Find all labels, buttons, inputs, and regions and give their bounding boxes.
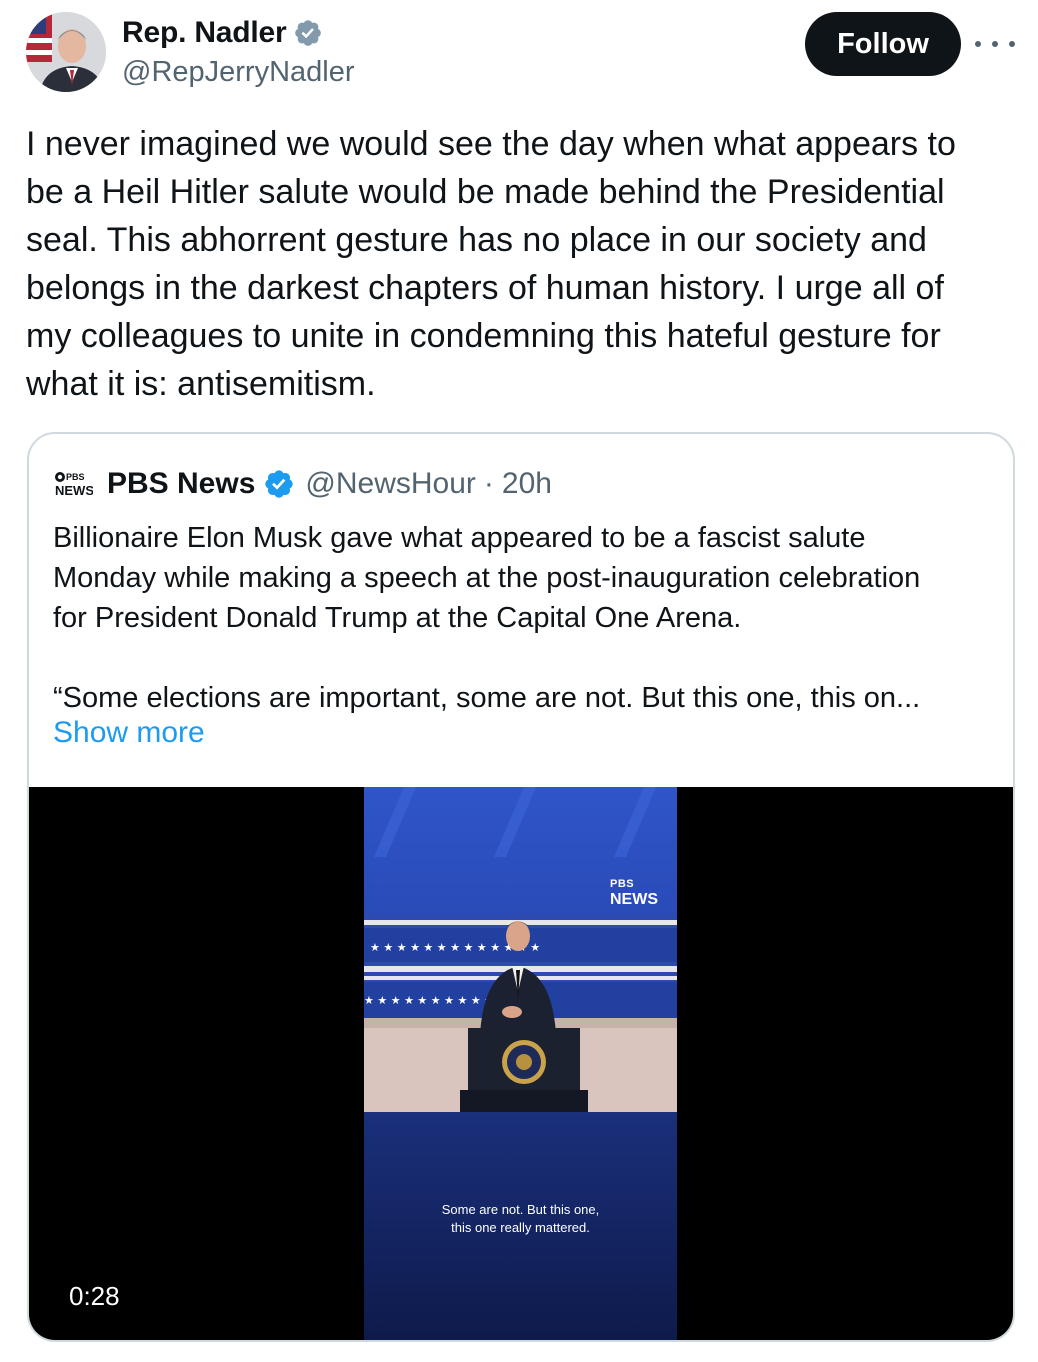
- video-duration: 0:28: [69, 1281, 120, 1311]
- pbs-logo-line2: NEWS: [55, 483, 93, 498]
- avatar-photo: [26, 12, 106, 92]
- video-caption: Some are not. But this one, this one rea…: [441, 1202, 600, 1235]
- avatar[interactable]: [26, 12, 106, 92]
- quoted-tweet-header: PBS NEWS PBS News @NewsHour · 20h: [53, 462, 552, 506]
- tweet-text: I never imagined we would see the day wh…: [26, 125, 956, 403]
- pbs-logo-line1: PBS: [66, 472, 85, 482]
- dot: [992, 41, 998, 47]
- quoted-timestamp[interactable]: 20h: [502, 467, 552, 501]
- author-display-name[interactable]: Rep. Nadler: [122, 16, 287, 50]
- quoted-tweet-text: Billionaire Elon Musk gave what appeared…: [53, 522, 921, 714]
- more-options-icon[interactable]: [975, 30, 1015, 58]
- author-handle[interactable]: @RepJerryNadler: [122, 56, 355, 89]
- pbs-news-watermark: PBS NEWS: [610, 877, 658, 908]
- verified-badge-icon: [294, 20, 321, 46]
- quoted-tweet[interactable]: PBS NEWS PBS News @NewsHour · 20h Billio…: [27, 432, 1015, 1342]
- video-player[interactable]: PBS NEWS ★ ★ ★ ★ ★ ★ ★ ★ ★ ★ ★ ★ ★ ★ ★ ★…: [29, 787, 1013, 1340]
- author-name-row[interactable]: Rep. Nadler: [122, 14, 323, 52]
- quoted-handle[interactable]: @NewsHour: [305, 467, 476, 501]
- quoted-display-name[interactable]: PBS News: [107, 467, 255, 501]
- watermark-line1: PBS: [610, 878, 635, 890]
- follow-button[interactable]: Follow: [805, 12, 961, 76]
- video-frame: PBS NEWS ★ ★ ★ ★ ★ ★ ★ ★ ★ ★ ★ ★ ★ ★ ★ ★…: [364, 787, 677, 1340]
- dot: [1009, 41, 1015, 47]
- pbs-news-logo-icon: PBS NEWS: [55, 472, 93, 498]
- watermark-line2: NEWS: [610, 891, 658, 908]
- show-more-link[interactable]: Show more: [53, 716, 205, 750]
- separator-dot: ·: [483, 467, 494, 500]
- stage-scene: ★ ★ ★ ★ ★ ★ ★ ★ ★ ★ ★ ★ ★ ★ ★ ★ ★ ★ ★ ★ …: [364, 914, 677, 1112]
- verified-badge-icon: [265, 470, 294, 498]
- dot: [975, 41, 981, 47]
- tweet: Rep. Nadler @RepJerryNadler Follow I nev…: [0, 0, 1038, 1362]
